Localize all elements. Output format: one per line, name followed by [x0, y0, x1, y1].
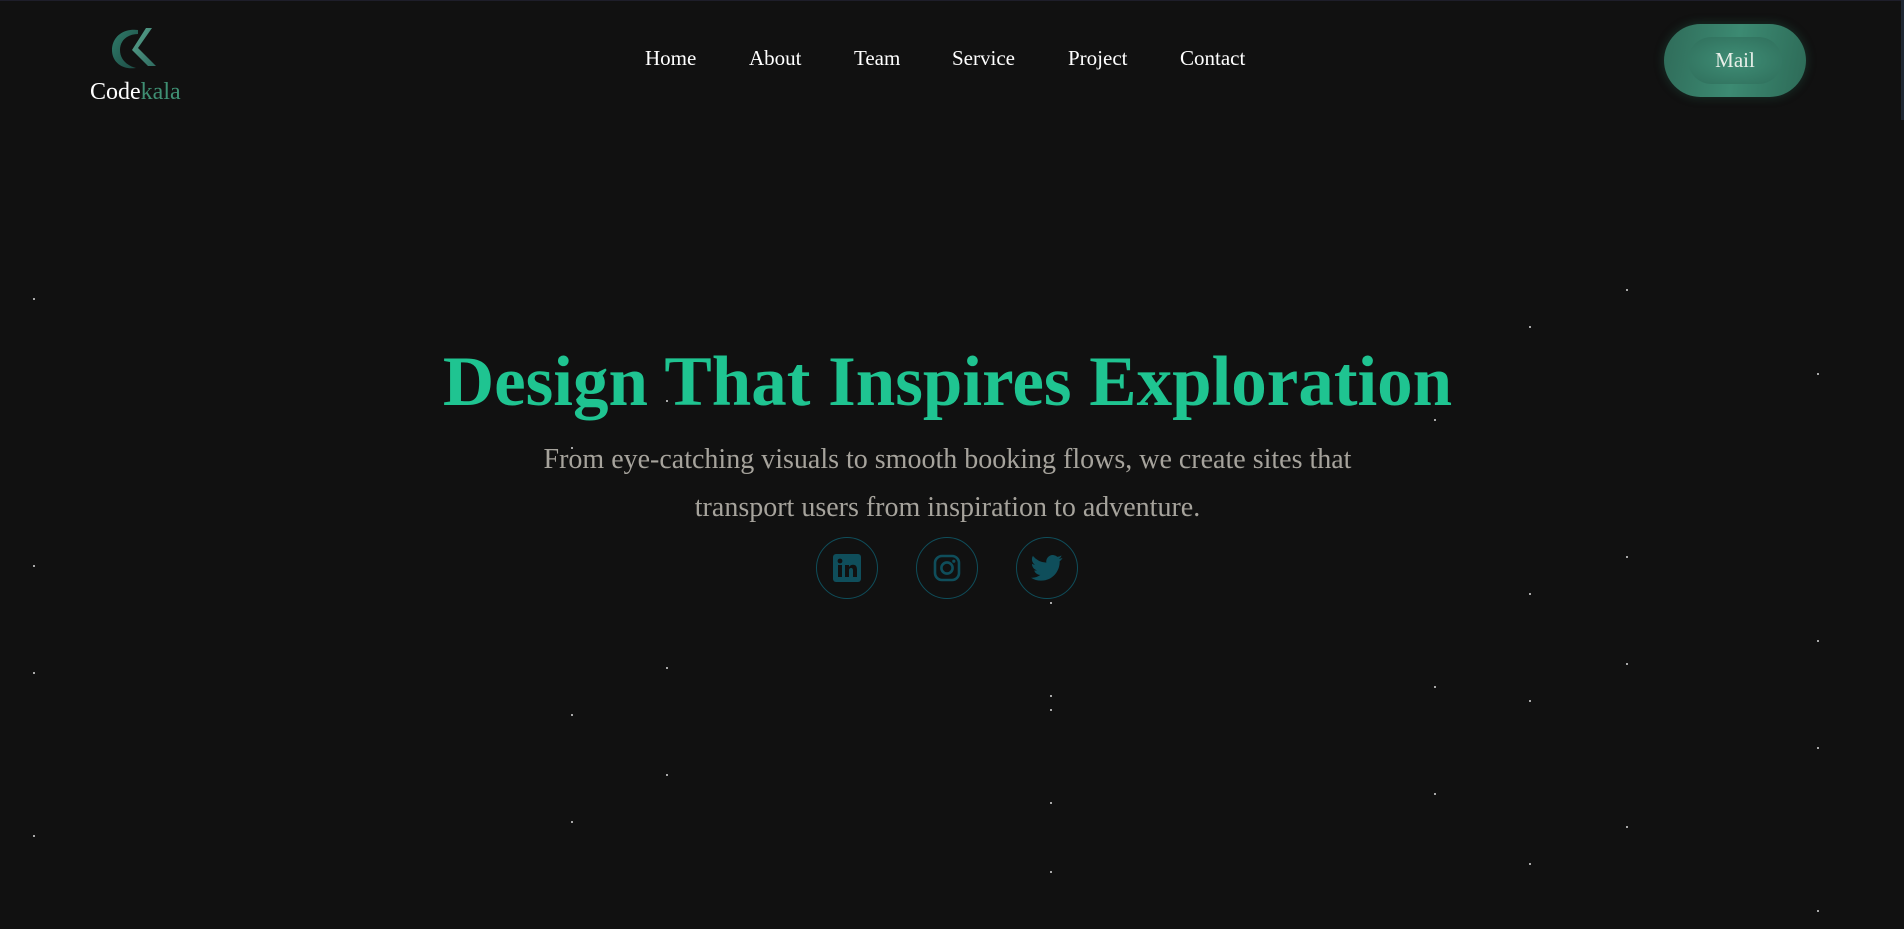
star	[666, 667, 668, 669]
linkedin-link[interactable]	[816, 537, 878, 599]
star	[1050, 709, 1052, 711]
twitter-icon	[1031, 555, 1063, 581]
top-border	[0, 0, 1904, 1]
brand-name-part2: kala	[140, 79, 181, 105]
star	[1626, 826, 1628, 828]
nav-item-about[interactable]: About	[749, 46, 802, 71]
star	[1529, 593, 1531, 595]
brand-name: Codekala	[90, 80, 181, 104]
nav-item-service[interactable]: Service	[952, 46, 1015, 71]
star	[1529, 700, 1531, 702]
star	[1050, 802, 1052, 804]
star	[1817, 373, 1819, 375]
nav-item-project[interactable]: Project	[1068, 46, 1127, 71]
star	[1050, 695, 1052, 697]
star	[33, 672, 35, 674]
star	[1529, 326, 1531, 328]
star	[33, 298, 35, 300]
main-nav: Home About Team Service Project Contact	[0, 46, 1904, 76]
instagram-icon	[933, 554, 961, 582]
twitter-link[interactable]	[1016, 537, 1078, 599]
linkedin-icon	[833, 554, 861, 582]
nav-item-contact[interactable]: Contact	[1180, 46, 1245, 71]
mail-button[interactable]: Mail	[1664, 24, 1806, 97]
mail-button-label: Mail	[1688, 37, 1782, 84]
star	[1529, 863, 1531, 865]
hero-subtitle-line2: transport users from inspiration to adve…	[694, 492, 1201, 523]
star	[1050, 602, 1052, 604]
hero-title: Design That Inspires Exploration	[442, 342, 1453, 421]
star	[1434, 419, 1436, 421]
star	[1626, 289, 1628, 291]
star	[1434, 793, 1436, 795]
star	[571, 447, 573, 449]
star	[666, 774, 668, 776]
nav-item-home[interactable]: Home	[645, 46, 696, 71]
star	[33, 835, 35, 837]
star	[1817, 747, 1819, 749]
star	[1050, 871, 1052, 873]
hero-subtitle: From eye-catching visuals to smooth book…	[0, 436, 1895, 532]
star	[1626, 556, 1628, 558]
nav-item-team[interactable]: Team	[854, 46, 900, 71]
brand-name-part1: Code	[90, 79, 141, 105]
star	[1626, 663, 1628, 665]
star	[666, 400, 668, 402]
hero-subtitle-line1: From eye-catching visuals to smooth book…	[543, 444, 1352, 475]
star	[571, 714, 573, 716]
star	[33, 565, 35, 567]
star	[1817, 640, 1819, 642]
star	[1434, 686, 1436, 688]
instagram-link[interactable]	[916, 537, 978, 599]
star	[1817, 910, 1819, 912]
star	[571, 821, 573, 823]
